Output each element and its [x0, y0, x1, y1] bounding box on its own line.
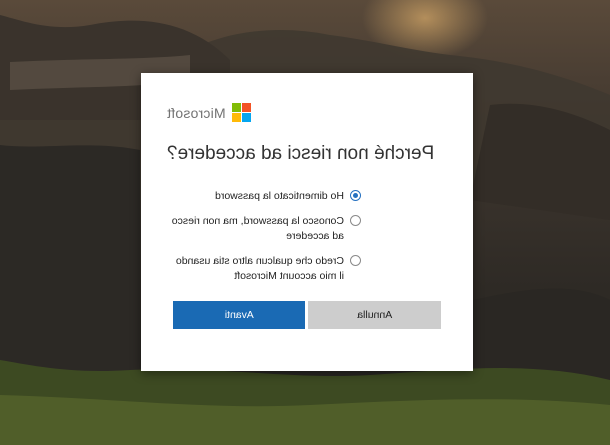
logo-square-yellow	[231, 113, 241, 122]
option-forgot-password[interactable]: Ho dimenticato la password	[171, 189, 361, 204]
dialog-buttons: Annulla Avanti	[173, 301, 441, 329]
next-button[interactable]: Avanti	[173, 301, 306, 329]
brand-name: Microsoft	[167, 104, 226, 121]
option-label: Credo che qualcun altro stia usando il m…	[175, 255, 344, 282]
microsoft-logo: Microsoft	[167, 103, 251, 122]
option-know-password-cannot-login[interactable]: Conosco la password, ma non riesco ad ac…	[171, 214, 361, 244]
dialog-title: Perché non riesci ad accedere?	[167, 143, 435, 164]
logo-square-red	[241, 103, 251, 112]
logo-square-green	[231, 103, 241, 112]
screen: Microsoft Perché non riesci ad accedere?…	[0, 0, 610, 445]
option-label: Conosco la password, ma non riesco ad ac…	[171, 215, 344, 242]
cancel-button[interactable]: Annulla	[308, 301, 441, 329]
account-help-dialog: Microsoft Perché non riesci ad accedere?…	[141, 73, 473, 371]
reason-options: Ho dimenticato la password Conosco la pa…	[171, 189, 361, 294]
radio-know-password[interactable]	[350, 215, 361, 226]
radio-someone-else[interactable]	[350, 255, 361, 266]
microsoft-logo-icon	[231, 103, 251, 122]
radio-forgot-password[interactable]	[350, 190, 361, 201]
logo-square-blue	[241, 113, 251, 122]
option-label: Ho dimenticato la password	[215, 190, 344, 202]
option-someone-else-using-account[interactable]: Credo che qualcun altro stia usando il m…	[171, 254, 361, 284]
